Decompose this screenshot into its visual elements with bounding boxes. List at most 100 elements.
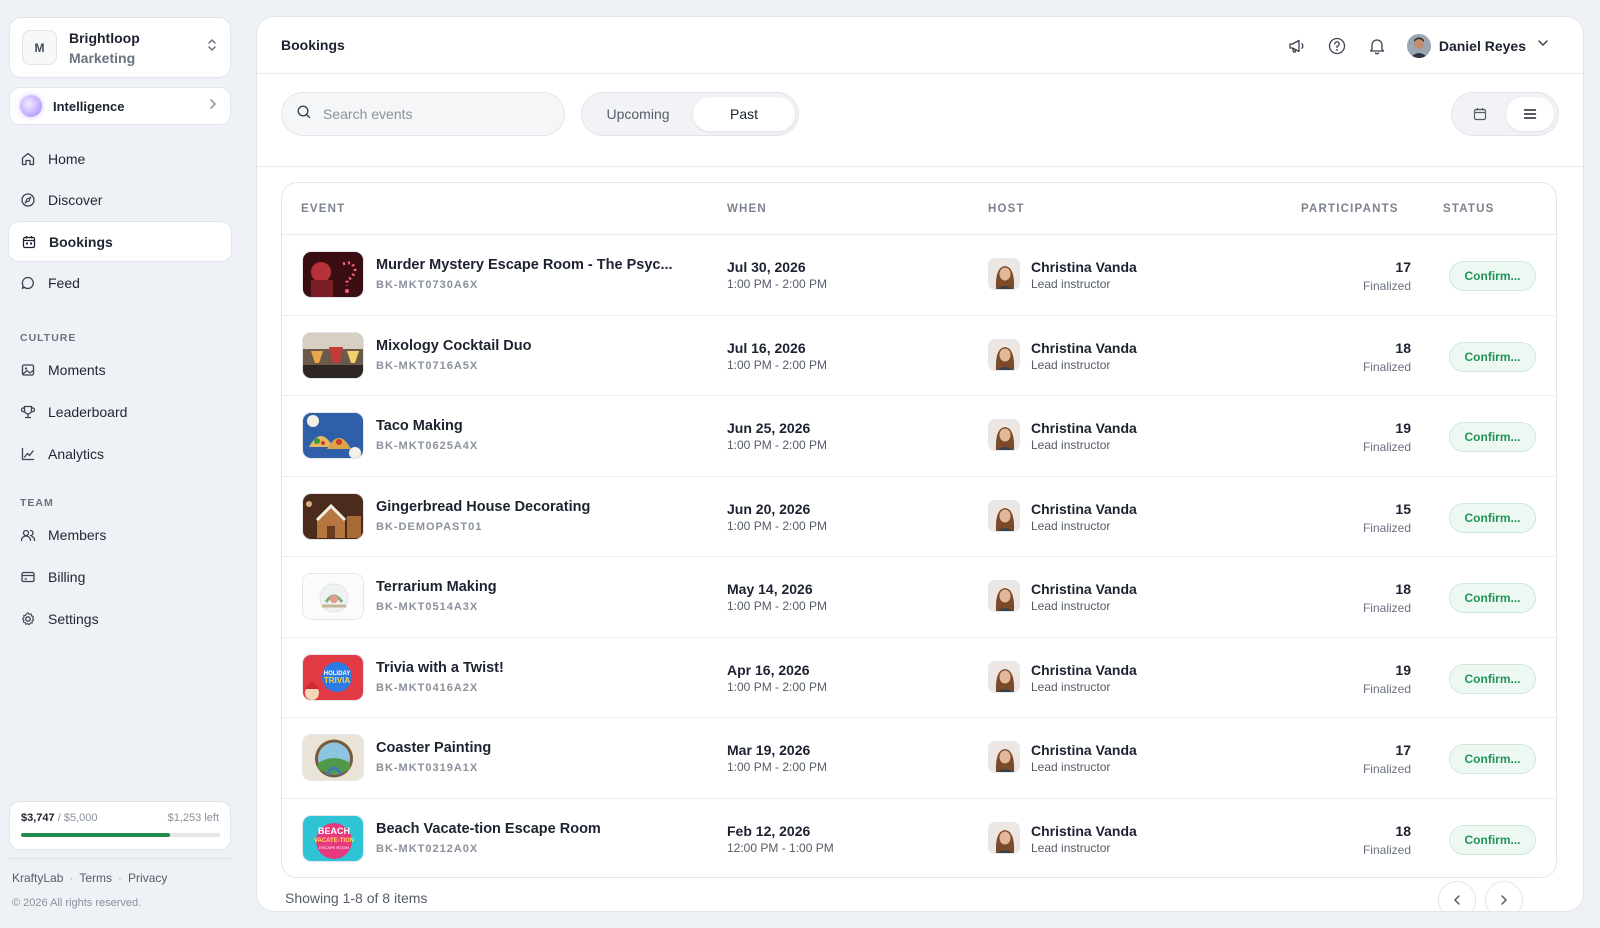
budget-amount: $3,747 / $5,000 — [21, 812, 97, 824]
event-date: Jul 16, 2026 — [727, 339, 806, 356]
nav-item-billing[interactable]: Billing — [8, 556, 232, 597]
top-bar: Bookings Daniel Reyes — [257, 17, 1583, 74]
event-name[interactable]: Taco Making — [376, 418, 463, 434]
line-chart-icon — [21, 447, 35, 460]
table-row[interactable]: Mixology Cocktail Duo BK-MKT0716A5X Jul 16… — [282, 316, 1556, 396]
next-page-button[interactable] — [1485, 881, 1523, 911]
nav-item-discover[interactable]: Discover — [8, 179, 232, 220]
user-name: Daniel Reyes — [1438, 37, 1526, 54]
status-badge[interactable]: Confirm... — [1449, 502, 1536, 533]
participant-status: Finalized — [1362, 601, 1411, 615]
nav-item-feed[interactable]: Feed — [8, 262, 232, 303]
event-name[interactable]: Gingerbread House Decorating — [376, 499, 590, 515]
nav-item-label: Leaderboard — [48, 403, 128, 420]
previous-page-button[interactable] — [1438, 881, 1476, 911]
participant-status: Finalized — [1362, 359, 1411, 374]
status-badge[interactable]: Confirm... — [1449, 824, 1536, 855]
event-name[interactable]: Trivia with a Twist! — [376, 660, 504, 676]
credit-card-icon — [21, 571, 35, 582]
table-row[interactable]: Coaster Painting BK-MKT0319A1X Mar 19, 202… — [282, 718, 1556, 799]
host-name: Christina Vanda — [1031, 259, 1137, 275]
tab-upcoming[interactable]: Upcoming — [586, 97, 690, 131]
sidebar: M Brightloop Marketing Intelligence Home… — [0, 0, 240, 928]
event-thumbnail — [302, 412, 364, 459]
nav-item-label: Analytics — [48, 445, 105, 462]
chevron-right-icon — [208, 97, 218, 115]
calendar-icon — [22, 235, 36, 248]
table-row[interactable]: Murder Mystery Escape Room - The Psyc...… — [282, 235, 1556, 316]
chevron-up-down-icon — [206, 37, 218, 58]
org-switcher[interactable]: M Brightloop Marketing — [9, 17, 231, 78]
home-icon — [21, 152, 35, 165]
help-icon[interactable] — [1327, 36, 1347, 56]
footer-brand-link[interactable]: KraftyLab — [12, 871, 63, 885]
booking-code: BK-MKT0730A6X — [376, 279, 479, 291]
table-body: Murder Mystery Escape Room - The Psyc...… — [282, 235, 1556, 878]
participant-count: 19 — [1395, 420, 1411, 436]
tab-past[interactable]: Past — [693, 97, 795, 131]
nav-item-members[interactable]: Members — [8, 514, 232, 555]
list-view-button[interactable] — [1506, 97, 1554, 131]
event-date: Jun 20, 2026 — [727, 500, 811, 517]
event-thumbnail — [302, 734, 364, 781]
event-name[interactable]: Coaster Painting — [376, 740, 491, 756]
participant-status: Finalized — [1362, 681, 1411, 696]
participant-count: 18 — [1395, 822, 1411, 839]
status-badge[interactable]: Confirm... — [1449, 261, 1536, 291]
event-date: Feb 12, 2026 — [727, 822, 811, 839]
time-filter-tabs: Upcoming Past — [581, 92, 799, 136]
search-box[interactable] — [281, 92, 565, 136]
event-name[interactable]: Mixology Cocktail Duo — [376, 338, 532, 354]
announcements-icon[interactable] — [1287, 36, 1307, 56]
event-time: 1:00 PM - 2:00 PM — [727, 518, 828, 533]
svg-text:BEACH: BEACH — [318, 826, 350, 836]
gear-icon — [22, 611, 35, 625]
status-badge[interactable]: Confirm... — [1449, 663, 1536, 694]
table-row[interactable]: Terrarium Making BK-MKT0514A3X May 14, 202… — [282, 557, 1556, 638]
user-menu[interactable]: Daniel Reyes — [1406, 33, 1550, 58]
nav-item-moments[interactable]: Moments — [8, 349, 232, 390]
event-time: 1:00 PM - 2:00 PM — [727, 760, 828, 774]
host-role: Lead instructor — [1031, 277, 1111, 291]
table-row[interactable]: HOLIDAY TRIVIA Trivia with a Twist! BK-MKT0… — [282, 638, 1556, 718]
status-badge[interactable]: Confirm... — [1449, 583, 1536, 613]
bell-icon[interactable] — [1367, 36, 1387, 56]
event-time: 1:00 PM - 2:00 PM — [727, 357, 828, 372]
budget-progress-fill — [21, 833, 171, 837]
compass-icon — [21, 192, 35, 207]
event-date: Apr 16, 2026 — [727, 661, 810, 678]
search-input[interactable] — [323, 106, 543, 122]
status-badge[interactable]: Confirm... — [1449, 744, 1536, 774]
footer-privacy-link[interactable]: Privacy — [128, 871, 167, 885]
footer-terms-link[interactable]: Terms — [79, 871, 112, 885]
host-role: Lead instructor — [1031, 599, 1111, 613]
table-row[interactable]: BEACH VACATE-TION ESCAPE ROOM Beach Vacate-… — [282, 799, 1556, 878]
participant-status: Finalized — [1362, 440, 1411, 454]
host-name: Christina Vanda — [1031, 500, 1137, 517]
intelligence-button[interactable]: Intelligence — [9, 87, 231, 125]
nav-item-bookings[interactable]: Bookings — [8, 221, 232, 262]
nav-item-home[interactable]: Home — [8, 138, 232, 179]
host-role: Lead instructor — [1031, 760, 1111, 774]
image-icon — [21, 363, 35, 376]
participant-count: 18 — [1395, 581, 1411, 597]
bookings-table: EVENT WHEN HOST PARTICIPANTS STATUS Murd… — [281, 182, 1557, 878]
nav-item-analytics[interactable]: Analytics — [8, 433, 232, 474]
event-name[interactable]: Beach Vacate-tion Escape Room — [376, 821, 601, 837]
nav-item-leaderboard[interactable]: Leaderboard — [8, 391, 232, 432]
view-toggle — [1451, 92, 1559, 136]
nav-item-settings[interactable]: Settings — [8, 598, 232, 639]
status-badge[interactable]: Confirm... — [1449, 341, 1536, 372]
host-role: Lead instructor — [1031, 438, 1111, 452]
event-name[interactable]: Terrarium Making — [376, 579, 497, 595]
participant-count: 17 — [1395, 259, 1411, 275]
booking-code: BK-MKT0416A2X — [376, 681, 479, 694]
org-badge: M — [22, 30, 57, 65]
event-thumbnail — [302, 573, 364, 620]
calendar-view-button[interactable] — [1456, 97, 1504, 131]
nav-item-label: Home — [48, 150, 86, 167]
status-badge[interactable]: Confirm... — [1449, 422, 1536, 452]
table-row[interactable]: Gingerbread House Decorating BK-DEMOPAST0… — [282, 477, 1556, 557]
table-row[interactable]: Taco Making BK-MKT0625A4X Jun 25, 2026 1:00… — [282, 396, 1556, 477]
event-name[interactable]: Murder Mystery Escape Room - The Psyc... — [376, 257, 673, 273]
